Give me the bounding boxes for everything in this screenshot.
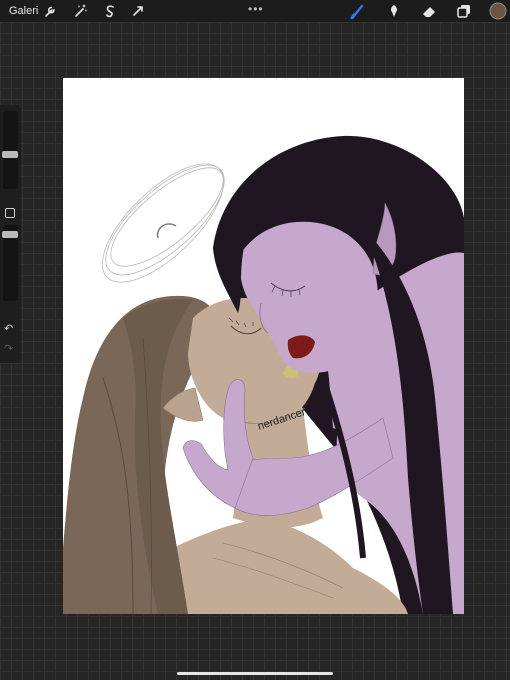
- color-swatch-button[interactable]: [489, 2, 507, 20]
- more-menu-button[interactable]: •••: [248, 2, 264, 16]
- redo-icon[interactable]: ↷: [4, 342, 13, 355]
- magic-wand-icon[interactable]: [72, 3, 88, 19]
- home-indicator[interactable]: [177, 672, 333, 675]
- modify-button[interactable]: [5, 208, 15, 218]
- smudge-icon[interactable]: [386, 3, 402, 19]
- artwork-illustration: nerdancer: [63, 135, 464, 614]
- drawing-canvas[interactable]: nerdancer: [63, 78, 464, 614]
- brush-size-slider[interactable]: [2, 111, 18, 189]
- opacity-thumb[interactable]: [2, 231, 18, 238]
- top-toolbar: Galeri •••: [0, 0, 510, 22]
- wrench-icon[interactable]: [42, 3, 58, 19]
- transform-icon[interactable]: [130, 3, 146, 19]
- layers-icon[interactable]: [456, 3, 472, 19]
- opacity-slider[interactable]: [2, 225, 18, 301]
- gallery-button[interactable]: Galeri: [9, 5, 38, 17]
- undo-icon[interactable]: ↶: [4, 322, 13, 335]
- left-sidebar: ↶ ↷: [0, 105, 21, 363]
- tan-body: [173, 518, 408, 614]
- selection-icon[interactable]: [102, 3, 118, 19]
- brush-size-thumb[interactable]: [2, 151, 18, 158]
- brush-icon[interactable]: [350, 3, 366, 19]
- halo-sketch: [101, 163, 225, 283]
- eraser-icon[interactable]: [421, 3, 437, 19]
